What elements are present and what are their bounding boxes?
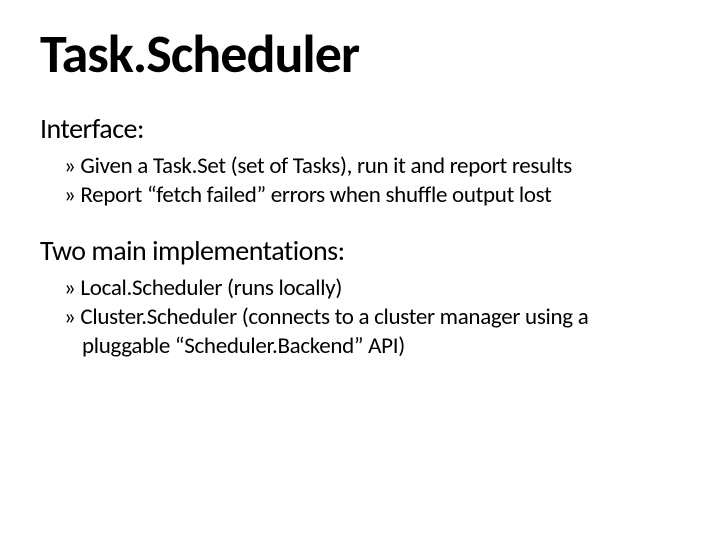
- bullet-text: Cluster.Scheduler (connects to a cluster…: [80, 303, 588, 360]
- bullet-text: Local.Scheduler (runs locally): [80, 274, 342, 302]
- slide: Task.Scheduler Interface: » Given a Task…: [0, 0, 720, 540]
- list-item: » Given a Task.Set (set of Tasks), run i…: [64, 152, 680, 181]
- bullet-marker-icon: »: [64, 181, 75, 209]
- list-item: » Report “fetch failed” errors when shuf…: [64, 181, 680, 210]
- bullet-marker-icon: »: [64, 303, 75, 331]
- section-label-interface: Interface:: [40, 111, 680, 146]
- section-label-implementations: Two main implementations:: [40, 233, 680, 268]
- list-item: » Local.Scheduler (runs locally): [64, 274, 680, 303]
- bullet-list-implementations: » Local.Scheduler (runs locally) » Clust…: [40, 274, 680, 362]
- bullet-text: Given a Task.Set (set of Tasks), run it …: [80, 152, 572, 180]
- bullet-list-interface: » Given a Task.Set (set of Tasks), run i…: [40, 152, 680, 211]
- bullet-text: Report “fetch failed” errors when shuffl…: [80, 181, 551, 209]
- list-item: » Cluster.Scheduler (connects to a clust…: [64, 303, 680, 362]
- bullet-marker-icon: »: [64, 152, 75, 180]
- bullet-marker-icon: »: [64, 274, 75, 302]
- page-title: Task.Scheduler: [40, 26, 680, 83]
